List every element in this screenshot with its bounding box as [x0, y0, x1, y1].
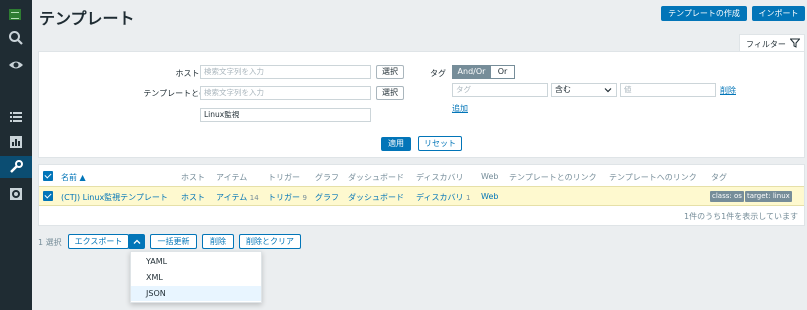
column-header-graphs: グラフ: [315, 173, 339, 182]
chevron-down-icon: [604, 86, 612, 98]
mass-update-button[interactable]: 一括更新: [150, 234, 197, 249]
templates-table: 名前 ▲ ホスト アイテム トリガー グラフ ダッシュボード ディスカバリ We…: [38, 164, 805, 226]
items-link[interactable]: アイテム: [216, 193, 247, 202]
select-all-checkbox[interactable]: [43, 171, 53, 181]
dashboards-link[interactable]: ダッシュボード: [348, 192, 404, 203]
triggers-link[interactable]: トリガー: [268, 193, 300, 202]
tag-name-input[interactable]: タグ: [452, 83, 548, 97]
column-header-discovery: ディスカバリ: [416, 173, 464, 182]
export-xml-item[interactable]: XML: [131, 270, 261, 285]
linked-templates-select-button[interactable]: 選択: [376, 86, 404, 100]
export-yaml-item[interactable]: YAML: [131, 254, 261, 269]
search-icon[interactable]: [8, 30, 24, 46]
discovery-count: 1: [466, 194, 471, 202]
column-header-triggers: トリガー: [268, 173, 300, 182]
tag-operator-select[interactable]: 含む: [551, 83, 617, 97]
tags-label: タグ: [430, 69, 446, 78]
column-header-linked-templates: テンプレートとのリンク: [509, 173, 597, 182]
or-toggle[interactable]: Or: [490, 65, 515, 79]
export-dropdown-menu: YAML XML JSON: [130, 251, 262, 303]
export-button[interactable]: エクスポート: [68, 234, 129, 249]
column-header-items: アイテム: [216, 173, 248, 182]
web-link[interactable]: Web: [481, 192, 498, 201]
export-json-item[interactable]: JSON: [131, 286, 261, 301]
delete-button[interactable]: 削除: [202, 234, 234, 249]
triggers-cell: トリガー 9: [268, 192, 307, 203]
tag-badge[interactable]: class: os: [710, 191, 744, 202]
add-tag-link[interactable]: 追加: [452, 103, 468, 114]
linked-templates-input[interactable]: 検索文字列を入力: [200, 86, 371, 100]
host-group-select-button[interactable]: 選択: [376, 65, 404, 79]
hosts-link[interactable]: ホスト: [181, 192, 205, 203]
and-or-toggle[interactable]: And/Or: [452, 65, 491, 79]
tag-operator-value: 含む: [555, 85, 571, 94]
reset-button[interactable]: リセット: [418, 136, 462, 151]
items-count: 14: [249, 194, 259, 202]
items-cell: アイテム 14: [216, 192, 259, 203]
export-menu-toggle[interactable]: [128, 234, 145, 249]
tag-value-input[interactable]: 値: [620, 83, 716, 97]
chart-icon[interactable]: [8, 134, 24, 150]
selected-count: 1 選択: [38, 238, 62, 247]
import-button[interactable]: インポート: [752, 6, 805, 21]
discovery-link[interactable]: ディスカバリ: [416, 193, 463, 202]
eye-icon[interactable]: [8, 57, 24, 73]
column-header-web: Web: [481, 172, 499, 181]
column-header-tags: タグ: [711, 173, 727, 182]
row-checkbox[interactable]: [43, 191, 53, 201]
chevron-up-icon: [133, 239, 141, 244]
sidebar: [0, 0, 32, 310]
filter-tab-label: フィルター: [746, 40, 786, 49]
column-header-dashboards: ダッシュボード: [348, 173, 404, 182]
funnel-icon: [789, 38, 801, 50]
discovery-cell: ディスカバリ 1: [416, 192, 470, 203]
create-template-button[interactable]: テンプレートの作成: [661, 6, 747, 21]
column-header-hosts: ホスト: [181, 173, 205, 182]
column-header-linked-to: テンプレートへのリンク: [609, 173, 697, 182]
apply-button[interactable]: 適用: [381, 137, 411, 151]
name-input[interactable]: Linux監視: [200, 108, 371, 122]
host-group-input[interactable]: 検索文字列を入力: [200, 65, 371, 79]
list-icon[interactable]: [8, 109, 24, 125]
table-summary: 1件のうち1件を表示しています: [684, 212, 798, 221]
page-title: テンプレート: [39, 9, 135, 28]
tag-badge[interactable]: target: linux: [745, 191, 792, 202]
remove-tag-link[interactable]: 削除: [720, 85, 736, 96]
template-name-link[interactable]: (CTJ) Linux監視テンプレート: [61, 192, 168, 203]
filter-tab[interactable]: フィルター: [739, 34, 805, 52]
zabbix-logo-icon[interactable]: [9, 9, 21, 20]
column-header-name[interactable]: 名前 ▲: [61, 172, 86, 183]
graphs-link[interactable]: グラフ: [315, 192, 339, 203]
wrench-icon[interactable]: [8, 159, 24, 175]
gear-icon[interactable]: [8, 186, 24, 202]
delete-and-clear-button[interactable]: 削除とクリア: [239, 234, 301, 249]
triggers-count: 9: [302, 194, 308, 202]
table-row[interactable]: (CTJ) Linux監視テンプレート ホスト アイテム 14 トリガー 9 グ…: [39, 186, 804, 206]
